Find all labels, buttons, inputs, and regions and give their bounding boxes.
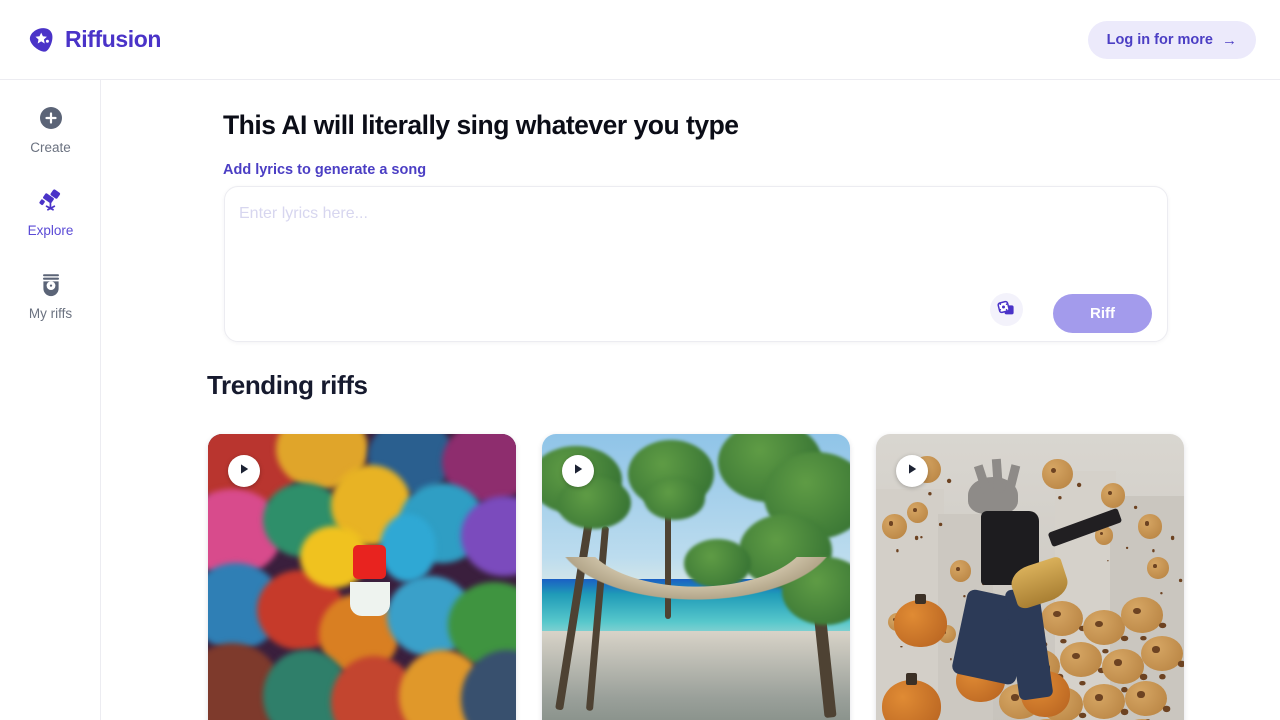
sidebar: Create Explore My riffs (0, 80, 101, 720)
dice-icon (997, 299, 1016, 321)
artwork-detail (349, 581, 390, 616)
login-button[interactable]: Log in for more → (1087, 21, 1256, 59)
brand-logo-link[interactable]: Riffusion (28, 26, 161, 54)
trending-card[interactable]: 2490 12 (876, 434, 1184, 720)
top-header: Riffusion Log in for more → (0, 0, 1280, 80)
brand-name: Riffusion (65, 26, 162, 52)
randomize-dice-button[interactable] (990, 293, 1023, 326)
sidebar-item-create[interactable]: Create (0, 103, 101, 155)
sidebar-item-my-riffs-label: My riffs (28, 306, 73, 321)
play-icon (905, 462, 919, 481)
telescope-icon (36, 186, 66, 216)
artwork-detail (542, 557, 850, 687)
trending-card[interactable]: 3117 14 (542, 434, 850, 720)
trending-section-title: Trending riffs (207, 370, 368, 400)
trending-card[interactable]: 3482 16 (208, 434, 516, 720)
play-button[interactable] (896, 455, 928, 487)
play-button[interactable] (562, 455, 594, 487)
riff-submit-button[interactable]: Riff (1053, 294, 1152, 333)
artwork-detail (352, 544, 386, 579)
trending-cards-grid: 3482 16 (208, 434, 1184, 720)
lyrics-section-label: Add lyrics to generate a song (223, 162, 427, 178)
login-button-label: Log in for more (1106, 32, 1213, 48)
lyrics-composer-panel: Riff (224, 186, 1168, 342)
play-icon (237, 462, 251, 481)
arrow-right-icon: → (1222, 31, 1237, 49)
sidebar-item-my-riffs[interactable]: My riffs (0, 269, 101, 321)
guitar-pick-sparkle-icon (28, 26, 56, 54)
page-title: This AI will literally sing whatever you… (223, 110, 739, 140)
play-button[interactable] (228, 455, 260, 487)
lyrics-input[interactable] (239, 203, 1151, 281)
sidebar-item-explore[interactable]: Explore (0, 186, 101, 238)
main-content: This AI will literally sing whatever you… (101, 80, 1280, 720)
plus-circle-icon (36, 103, 66, 133)
vinyl-record-icon (36, 269, 66, 299)
play-icon (571, 462, 585, 481)
sidebar-item-create-label: Create (30, 140, 71, 155)
sidebar-item-explore-label: Explore (27, 223, 74, 238)
